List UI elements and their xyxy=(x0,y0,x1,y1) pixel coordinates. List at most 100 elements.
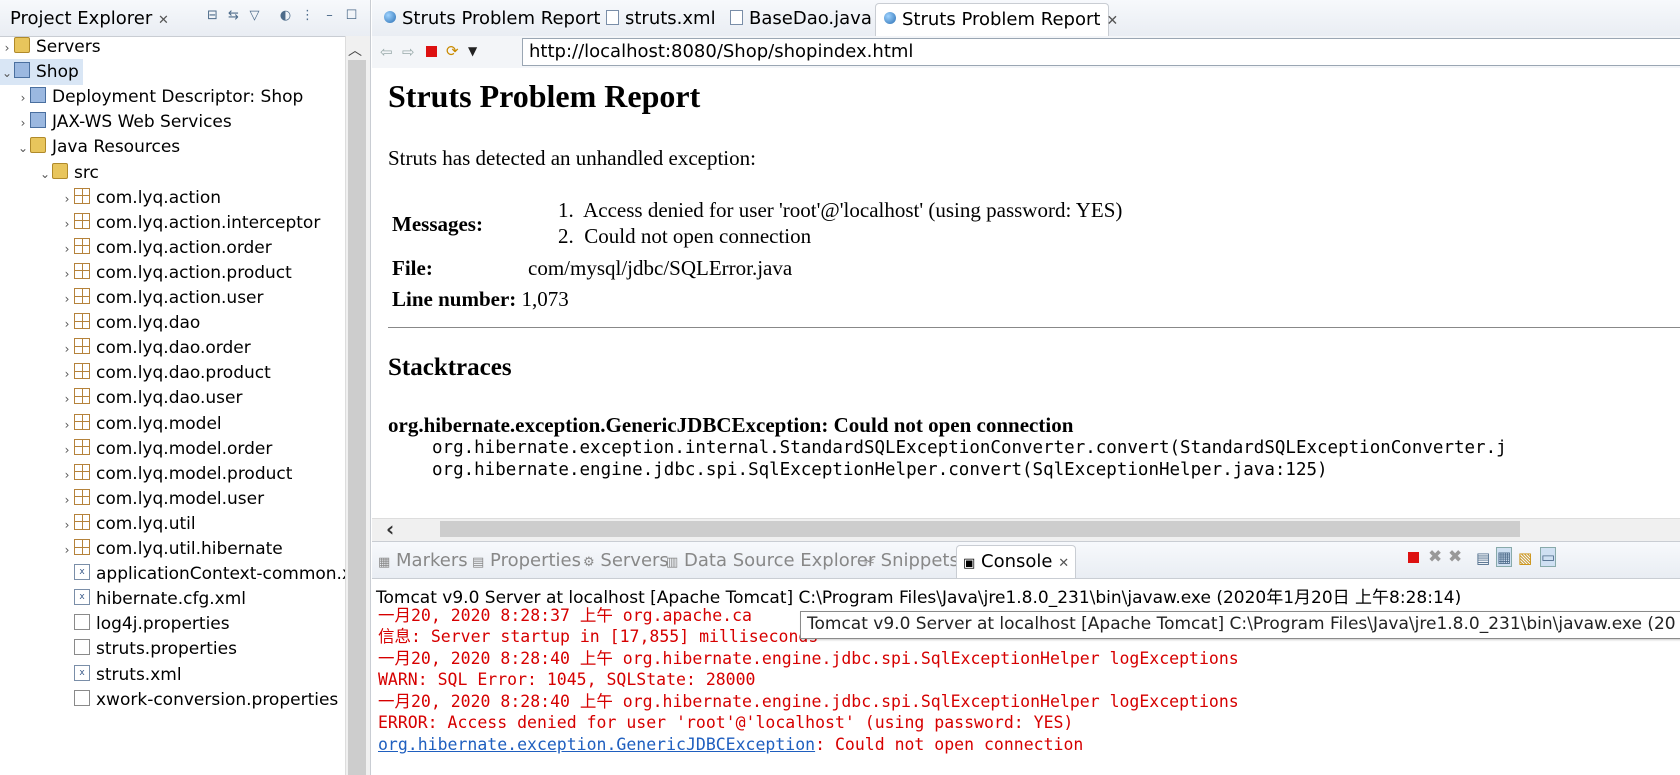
chevron-down-icon[interactable]: ▼ xyxy=(468,44,477,58)
tree-item[interactable]: › com.lyq.dao xyxy=(60,310,200,336)
back-icon[interactable]: ⇦ xyxy=(380,43,393,61)
collapse-all-icon[interactable]: ⊟ xyxy=(205,8,220,23)
tab-struts-problem-report-1[interactable]: Struts Problem Report xyxy=(376,3,600,35)
link-editor-icon[interactable]: ⇆ xyxy=(226,8,241,23)
tree-item[interactable]: ⌄ src xyxy=(38,160,99,186)
chevron-right-icon[interactable]: › xyxy=(60,512,74,538)
pin-console-icon[interactable]: ▭ xyxy=(1540,547,1557,567)
close-icon[interactable]: ✕ xyxy=(158,13,169,28)
tree-item[interactable]: › com.lyq.model.order xyxy=(60,436,272,462)
package-icon xyxy=(74,488,90,505)
exception-link[interactable]: org.hibernate.exception.GenericJDBCExcep… xyxy=(378,735,815,754)
chevron-right-icon[interactable]: › xyxy=(60,311,74,337)
scrollbar-thumb[interactable] xyxy=(440,521,1520,537)
tree-item[interactable]: › com.lyq.model.user xyxy=(60,486,264,512)
tab-struts-problem-report-2[interactable]: Struts Problem Report ✕ xyxy=(875,3,1118,36)
tree-item[interactable]: › com.lyq.action xyxy=(60,185,221,211)
tree-item[interactable]: x applicationContext-common.x xyxy=(60,561,352,587)
tree-item[interactable]: › JAX-WS Web Services xyxy=(16,109,232,135)
tree-item[interactable]: ⌄ Java Resources xyxy=(16,134,180,160)
stack-line-2: org.hibernate.engine.jdbc.spi.SqlExcepti… xyxy=(432,460,1328,480)
tree-item[interactable]: › com.lyq.dao.product xyxy=(60,360,271,386)
console-line: org.hibernate.exception.GenericJDBCExcep… xyxy=(378,734,1083,756)
chevron-right-icon[interactable]: › xyxy=(60,186,74,212)
tab-properties[interactable]: ▤ Properties xyxy=(472,550,581,571)
tab-servers[interactable]: ⚙ Servers xyxy=(583,550,669,571)
chevron-right-icon[interactable]: › xyxy=(16,110,30,136)
chevron-right-icon[interactable]: › xyxy=(60,211,74,237)
refresh-icon[interactable]: ⟳ xyxy=(446,42,459,60)
tree-item[interactable]: › com.lyq.action.order xyxy=(60,235,272,261)
tab-markers[interactable]: ▦ Markers xyxy=(378,550,468,571)
chevron-right-icon[interactable]: › xyxy=(60,462,74,488)
scroll-left-icon[interactable]: ‹ xyxy=(386,517,394,541)
tab-snippets[interactable]: ✂ Snippets xyxy=(864,550,959,571)
tree-item[interactable]: › Deployment Descriptor: Shop xyxy=(16,84,303,110)
line-number-row: Line number: 1,073 xyxy=(392,287,569,311)
chevron-right-icon[interactable]: › xyxy=(0,35,14,61)
tree-item[interactable]: › com.lyq.dao.order xyxy=(60,335,251,361)
web-service-icon xyxy=(30,112,46,129)
chevron-right-icon[interactable]: › xyxy=(60,386,74,412)
package-icon xyxy=(74,313,90,330)
chevron-right-icon[interactable]: › xyxy=(60,286,74,312)
page-title: Struts Problem Report xyxy=(388,78,701,114)
project-explorer-title: Project Explorer xyxy=(10,8,153,29)
tree-item[interactable]: › com.lyq.dao.user xyxy=(60,385,242,411)
chevron-right-icon[interactable]: › xyxy=(60,537,74,563)
chevron-down-icon[interactable]: ⌄ xyxy=(16,135,30,161)
chevron-right-icon[interactable]: › xyxy=(60,437,74,463)
minimize-icon[interactable]: – xyxy=(322,8,337,23)
chevron-right-icon[interactable]: › xyxy=(16,85,30,111)
project-explorer-tabbar: Project Explorer ✕ ⊟ ⇆ ▽ ◐ ⋮ – ☐ xyxy=(0,0,370,37)
tree-item[interactable]: x hibernate.cfg.xml xyxy=(60,586,246,612)
chevron-down-icon[interactable]: ⌄ xyxy=(38,161,52,187)
chevron-right-icon[interactable]: › xyxy=(60,336,74,362)
browser-icon xyxy=(884,12,896,24)
chevron-right-icon[interactable]: › xyxy=(60,361,74,387)
stop-icon[interactable] xyxy=(426,46,437,57)
tree-item[interactable]: struts.properties xyxy=(60,636,237,662)
tree-item[interactable]: › com.lyq.util.hibernate xyxy=(60,536,283,562)
maximize-icon[interactable]: ☐ xyxy=(344,8,359,23)
view-menu-icon[interactable]: ⋮ xyxy=(300,8,315,23)
scrollbar-thumb[interactable] xyxy=(348,60,366,775)
tree-item-label: src xyxy=(74,162,99,183)
scroll-up-icon[interactable]: ︿ xyxy=(348,40,362,60)
tree-item-label: applicationContext-common.x xyxy=(96,564,353,585)
tree-item[interactable]: xwork-conversion.properties xyxy=(60,687,338,713)
filter-icon[interactable]: ▽ xyxy=(247,8,262,23)
chevron-right-icon[interactable]: › xyxy=(60,261,74,287)
terminate-icon[interactable] xyxy=(1408,552,1419,563)
tab-console[interactable]: ▣ Console ✕ xyxy=(956,545,1077,578)
chevron-right-icon[interactable]: › xyxy=(60,236,74,262)
tree-item[interactable]: › Servers xyxy=(0,34,101,60)
chevron-right-icon[interactable]: › xyxy=(60,412,74,438)
close-icon[interactable]: ✕ xyxy=(1106,13,1118,29)
tree-item[interactable]: x struts.xml xyxy=(60,662,182,688)
chevron-right-icon[interactable]: › xyxy=(60,487,74,513)
tree-item[interactable]: › com.lyq.util xyxy=(60,511,196,537)
tab-data-source-explorer[interactable]: ▥ Data Source Explorer xyxy=(666,550,875,571)
clear-console-icon[interactable]: ▤ xyxy=(1476,549,1490,567)
java-file-icon xyxy=(730,9,743,25)
tree-item[interactable]: log4j.properties xyxy=(60,611,230,637)
tree-item[interactable]: ⌄ Shop xyxy=(0,59,83,86)
tab-basedao-java[interactable]: BaseDao.java xyxy=(722,3,872,35)
remove-all-icon[interactable]: ✖ xyxy=(1448,547,1462,567)
url-field[interactable]: http://localhost:8080/Shop/shopindex.htm… xyxy=(522,38,1680,66)
forward-icon[interactable]: ⇨ xyxy=(402,43,415,61)
close-icon[interactable]: ✕ xyxy=(1058,556,1069,571)
chevron-down-icon[interactable]: ⌄ xyxy=(0,60,14,86)
tree-item[interactable]: › com.lyq.model xyxy=(60,411,222,437)
remove-launch-icon[interactable]: ✖ xyxy=(1428,547,1442,567)
tree-item[interactable]: › com.lyq.action.user xyxy=(60,285,264,311)
tree-item[interactable]: › com.lyq.action.interceptor xyxy=(60,210,320,236)
focus-icon[interactable]: ◐ xyxy=(278,8,293,23)
tree-item[interactable]: › com.lyq.action.product xyxy=(60,260,292,286)
scroll-lock-icon[interactable]: ▦ xyxy=(1496,547,1513,567)
project-explorer-tab[interactable]: Project Explorer ✕ xyxy=(10,8,169,29)
word-wrap-icon[interactable]: ▧ xyxy=(1518,549,1532,567)
tree-item[interactable]: › com.lyq.model.product xyxy=(60,461,292,487)
tab-struts-xml[interactable]: struts.xml xyxy=(598,3,716,35)
